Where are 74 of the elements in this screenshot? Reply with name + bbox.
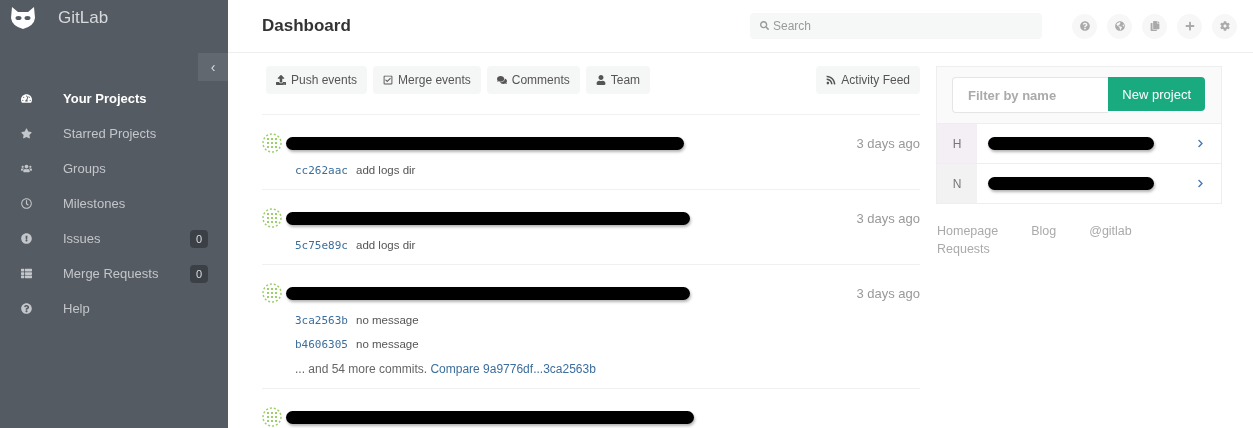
chevron-right-icon [1196,179,1205,188]
identicon-avatar-icon [262,133,282,153]
commit-message: add logs dir [356,239,416,251]
sidebar-item[interactable]: Help [0,291,228,326]
copy-button[interactable] [1142,13,1167,39]
compare-link[interactable]: Compare 9a9776df...3ca2563b [430,362,596,376]
project-initial: H [937,124,977,163]
upload-icon [276,75,286,85]
cat-logo-icon[interactable] [10,6,36,30]
help-button[interactable] [1072,13,1097,39]
identicon-avatar-icon [262,208,282,228]
filter-input-field[interactable]: Filter by name [952,77,1109,113]
globe-button[interactable] [1107,13,1132,39]
sidebar-item-label: Starred Projects [63,126,158,141]
commit-sha-link[interactable]: 5c75e89c [295,239,348,252]
search-field[interactable]: Search [750,13,1042,39]
sidebar-item[interactable]: Groups [0,151,228,186]
checkbox-icon [383,75,394,85]
collapse-sidebar-button[interactable]: ‹ [198,53,228,81]
settings-button[interactable] [1212,13,1237,39]
settings-icon [1219,21,1230,31]
page-title: Dashboard [262,16,352,36]
identicon-avatar-icon [262,407,282,427]
commit-message: add logs dir [356,164,416,176]
list-icon [21,268,32,279]
identicon-avatar-icon [262,283,282,303]
new-project-button[interactable]: New project [1108,77,1205,111]
sidebar-item-label: Merge Requests [63,266,160,281]
event-time: 3 days ago [856,285,920,301]
clock-icon [21,198,32,209]
count-badge: 0 [189,264,208,283]
globe-icon [1114,21,1125,31]
project-row[interactable]: N [937,163,1221,203]
event-filter-button[interactable]: Push events [266,66,368,94]
sidebar-item-label: Groups [63,161,107,176]
help-icon [21,303,32,314]
count-badge: 0 [189,229,208,248]
event-filter-button[interactable]: Team [585,66,651,94]
users-icon [21,163,32,174]
help-icon [1079,21,1090,31]
plus-button[interactable] [1177,13,1202,39]
alert-icon [21,233,32,244]
event-filter-button[interactable]: Comments [486,66,580,94]
commit-sha-link[interactable]: 3ca2563b [295,314,348,327]
sidebar-item[interactable]: Milestones [0,186,228,221]
sidebar-item[interactable]: Your Projects [0,81,228,116]
chevron-right-icon [1196,139,1205,148]
sidebar-item-label: Issues [63,231,102,246]
project-initial: N [937,164,977,203]
commit-sha-link[interactable]: cc262aac [295,164,348,177]
sidebar-item-label: Milestones [63,196,127,211]
commit-message: no message [356,338,419,350]
copy-icon [1149,21,1160,31]
event-time: 3 days ago [856,135,920,151]
star-icon [21,128,32,139]
more-commits-text: ... and 54 more commits. Compare 9a9776df...3ca2563b [294,361,597,376]
commit-sha-link[interactable]: b4606305 [295,338,348,351]
project-row[interactable]: H [937,123,1221,163]
event-time: 3 days ago [856,210,920,226]
rss-icon [826,75,837,85]
comments-icon [496,75,507,85]
search-icon [760,21,769,30]
event-filter-button[interactable]: Merge events [373,66,481,94]
brand-name: GitLab [58,8,109,28]
sidebar-item[interactable]: Starred Projects [0,116,228,151]
activity-feed-button[interactable]: Activity Feed [816,66,920,94]
commit-message: no message [356,314,419,326]
sidebar-item-label: Your Projects [63,91,148,106]
sidebar-item-label: Help [63,301,91,316]
sidebar-item[interactable]: Merge Requests 0 [0,256,228,291]
plus-icon [1184,21,1195,31]
sidebar-item[interactable]: Issues 0 [0,221,228,256]
user-icon [595,75,606,85]
dashboard-icon [21,93,32,104]
